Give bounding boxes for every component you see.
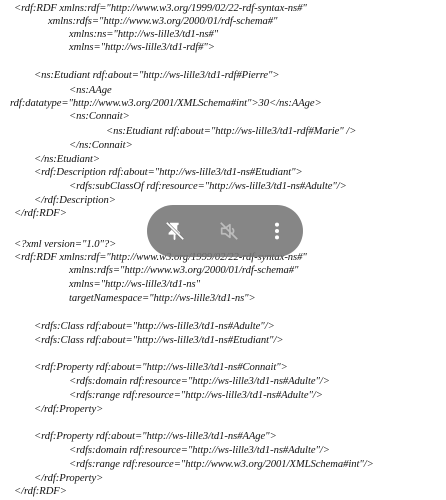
code-line: <ns:AAge [69, 85, 112, 96]
code-line: xmlns="http://ws-lille3/td1-rdf#"> [69, 42, 215, 53]
code-line: <ns:Etudiant rdf:about="http://ws-lille3… [106, 126, 357, 137]
code-line: <rdf:Description rdf:about="http://ws-li… [34, 167, 303, 178]
code-line: <ns:Etudiant rdf:about="http://ws-lille3… [34, 70, 280, 81]
more-options-button[interactable] [251, 205, 303, 257]
code-line: </rdf:RDF> [14, 486, 67, 497]
code-line: </rdf:Property> [34, 404, 104, 415]
code-line: <ns:Connait> [69, 111, 130, 122]
code-line: xmlns:ns="http://ws-lille3/td1-ns#" [69, 29, 219, 40]
more-vert-icon [274, 222, 280, 240]
code-line: <rdfs:range rdf:resource="http://www.w3.… [69, 459, 374, 470]
media-controls-overlay [147, 205, 303, 257]
code-line: </rdf:Property> [34, 473, 104, 484]
code-line: targetNamespace="http://ws-lille3/td1-ns… [69, 293, 256, 304]
code-line: <rdfs:subClassOf rdf:resource="http://ws… [69, 181, 347, 192]
unpin-button[interactable] [149, 205, 201, 257]
code-line: </rdf:Description> [34, 195, 116, 206]
code-line: <rdfs:Class rdf:about="http://ws-lille3/… [34, 321, 275, 332]
code-line: <rdf:Property rdf:about="http://ws-lille… [34, 362, 288, 373]
volume-off-icon [220, 222, 238, 240]
code-line: <?xml version="1.0"?> [14, 239, 117, 250]
code-line: </ns:Connait> [69, 140, 133, 151]
code-line: <rdf:RDF xmlns:rdf="http://www.w3.org/19… [14, 3, 307, 14]
code-line: <rdfs:range rdf:resource="http://ws-lill… [69, 390, 323, 401]
code-line: <rdf:Property rdf:about="http://ws-lille… [34, 431, 277, 442]
code-line: <rdfs:Class rdf:about="http://ws-lille3/… [34, 335, 284, 346]
code-line: xmlns="http://ws-lille3/td1-ns" [69, 279, 201, 290]
mute-button[interactable] [203, 205, 255, 257]
code-line: </ns:Etudiant> [34, 154, 100, 165]
code-line: xmlns:rdfs="http://www.w3.org/2000/01/rd… [48, 16, 278, 27]
code-line: <rdfs:domain rdf:resource="http://ws-lil… [69, 376, 330, 387]
code-line: <rdfs:domain rdf:resource="http://ws-lil… [69, 445, 330, 456]
code-line: rdf:datatype="http://www.w3.org/2001/XML… [10, 98, 322, 109]
code-line: </rdf:RDF> [14, 208, 67, 219]
pin-off-icon [165, 221, 185, 241]
code-line: xmlns:rdfs="http://www.w3.org/2000/01/rd… [69, 265, 299, 276]
